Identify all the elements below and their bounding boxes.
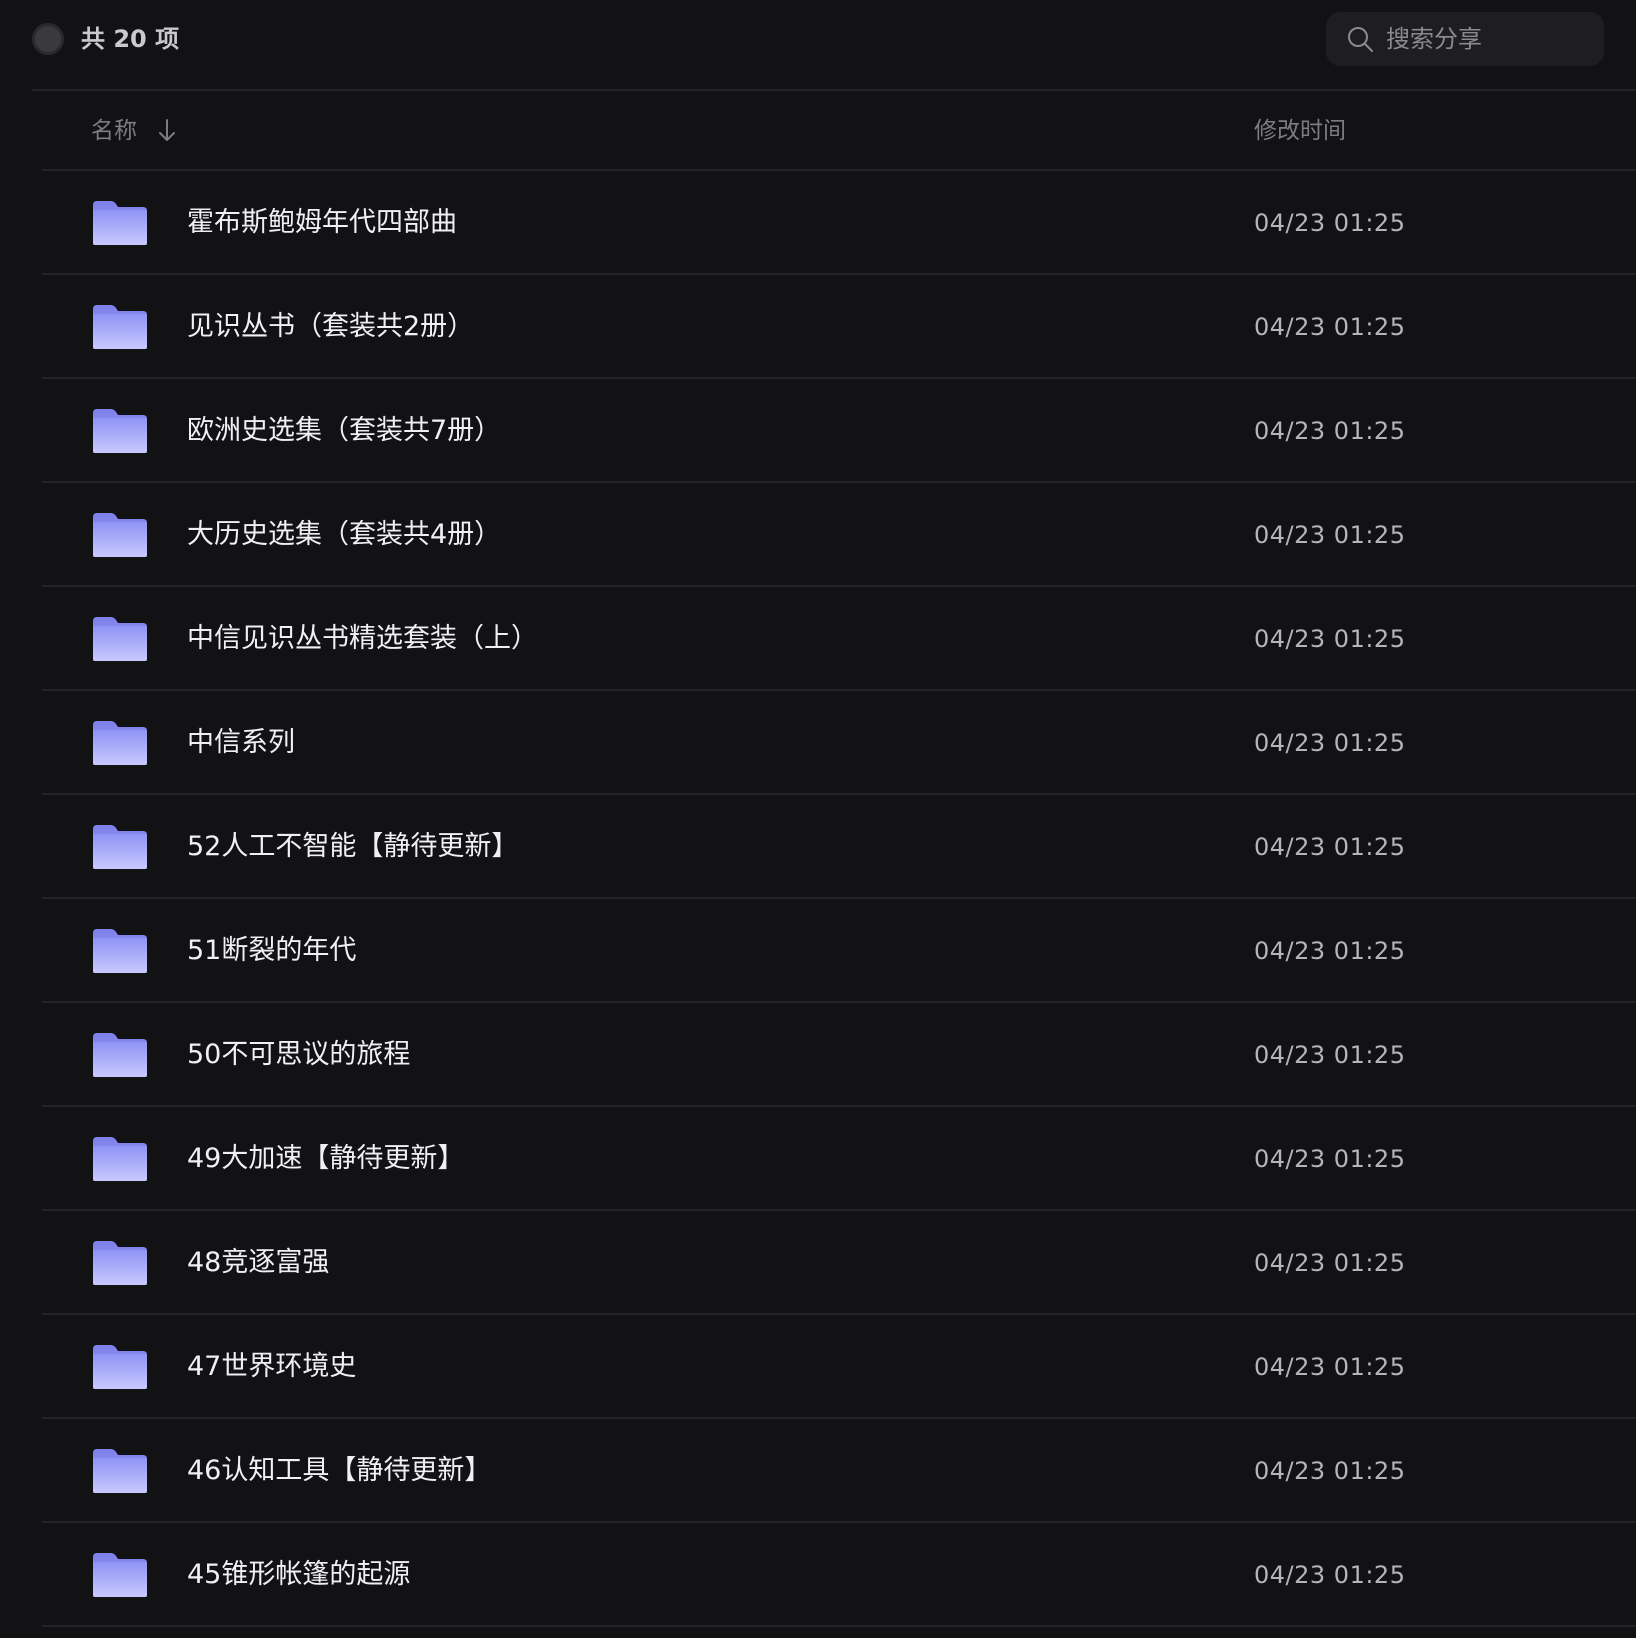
folder-name[interactable]: 46认知工具【静待更新】: [187, 1449, 491, 1493]
folder-name[interactable]: 欧洲史选集（套装共7册）: [187, 409, 501, 453]
folder-icon: [93, 513, 147, 557]
modified-time: 04/23 01:25: [1254, 417, 1406, 445]
folder-name[interactable]: 大历史选集（套装共4册）: [187, 513, 501, 557]
modified-time: 04/23 01:25: [1254, 209, 1406, 237]
modified-time: 04/23 01:25: [1254, 937, 1406, 965]
modified-time: 04/23 01:25: [1254, 833, 1406, 861]
folder-icon: [93, 1241, 147, 1285]
folder-row[interactable]: 欧洲史选集（套装共7册） 04/23 01:25: [42, 379, 1636, 483]
column-header-name[interactable]: 名称: [91, 115, 137, 147]
folder-name[interactable]: 52人工不智能【静待更新】: [187, 825, 518, 869]
folder-row[interactable]: 52人工不智能【静待更新】 04/23 01:25: [42, 795, 1636, 899]
folder-name[interactable]: 50不可思议的旅程: [187, 1033, 410, 1077]
folder-icon: [93, 721, 147, 765]
modified-time: 04/23 01:25: [1254, 625, 1406, 653]
folder-icon: [93, 929, 147, 973]
folder-icon: [93, 1137, 147, 1181]
folder-row[interactable]: 46认知工具【静待更新】 04/23 01:25: [42, 1419, 1636, 1523]
folder-name[interactable]: 45锥形帐篷的起源: [187, 1553, 410, 1597]
folder-name[interactable]: 49大加速【静待更新】: [187, 1137, 464, 1181]
modified-time: 04/23 01:25: [1254, 1561, 1406, 1589]
folder-name[interactable]: 中信见识丛书精选套装（上）: [187, 617, 538, 661]
modified-time: 04/23 01:25: [1254, 1145, 1406, 1173]
folder-icon: [93, 1345, 147, 1389]
folder-icon: [93, 201, 147, 245]
folder-name[interactable]: 中信系列: [187, 721, 295, 765]
folder-icon: [93, 1033, 147, 1077]
folder-row[interactable]: 中信系列 04/23 01:25: [42, 691, 1636, 795]
modified-time: 04/23 01:25: [1254, 1457, 1406, 1485]
arrow-down-icon[interactable]: [156, 117, 178, 145]
folder-name[interactable]: 47世界环境史: [187, 1345, 356, 1389]
folder-row[interactable]: 47世界环境史 04/23 01:25: [42, 1315, 1636, 1419]
modified-time: 04/23 01:25: [1254, 1353, 1406, 1381]
folder-icon: [93, 1553, 147, 1597]
folder-icon: [93, 409, 147, 453]
folder-row[interactable]: 霍布斯鲍姆年代四部曲 04/23 01:25: [42, 171, 1636, 275]
folder-name[interactable]: 霍布斯鲍姆年代四部曲: [187, 201, 457, 245]
folder-icon: [93, 825, 147, 869]
folder-icon: [93, 1449, 147, 1493]
folder-row[interactable]: 见识丛书（套装共2册） 04/23 01:25: [42, 275, 1636, 379]
folder-name[interactable]: 48竞逐富强: [187, 1241, 329, 1285]
folder-name[interactable]: 见识丛书（套装共2册）: [187, 305, 474, 349]
folder-row[interactable]: 48竞逐富强 04/23 01:25: [42, 1211, 1636, 1315]
folder-row[interactable]: 49大加速【静待更新】 04/23 01:25: [42, 1107, 1636, 1211]
modified-time: 04/23 01:25: [1254, 521, 1406, 549]
folder-row[interactable]: 45锥形帐篷的起源 04/23 01:25: [42, 1523, 1636, 1627]
modified-time: 04/23 01:25: [1254, 313, 1406, 341]
table-header: 名称 修改时间: [42, 91, 1636, 171]
folder-row[interactable]: 中信见识丛书精选套装（上） 04/23 01:25: [42, 587, 1636, 691]
folder-icon: [93, 617, 147, 661]
search-box[interactable]: [1326, 12, 1604, 66]
search-input[interactable]: [1386, 12, 1596, 66]
modified-time: 04/23 01:25: [1254, 729, 1406, 757]
toolbar: 共 20 项: [0, 0, 1636, 80]
modified-time: 04/23 01:25: [1254, 1249, 1406, 1277]
modified-time: 04/23 01:25: [1254, 1041, 1406, 1069]
folder-name[interactable]: 51断裂的年代: [187, 929, 356, 973]
column-header-modified: 修改时间: [1254, 118, 1346, 144]
search-icon: [1348, 27, 1373, 52]
folder-row[interactable]: 51断裂的年代 04/23 01:25: [42, 899, 1636, 1003]
select-all-checkbox[interactable]: [32, 23, 64, 55]
folder-row[interactable]: 50不可思议的旅程 04/23 01:25: [42, 1003, 1636, 1107]
folder-row[interactable]: 大历史选集（套装共4册） 04/23 01:25: [42, 483, 1636, 587]
folder-icon: [93, 305, 147, 349]
file-list: 霍布斯鲍姆年代四部曲 04/23 01:25 见识丛书（套装共2册） 04/23 01…: [42, 171, 1636, 1627]
item-count-label: 共 20 项: [81, 25, 180, 53]
